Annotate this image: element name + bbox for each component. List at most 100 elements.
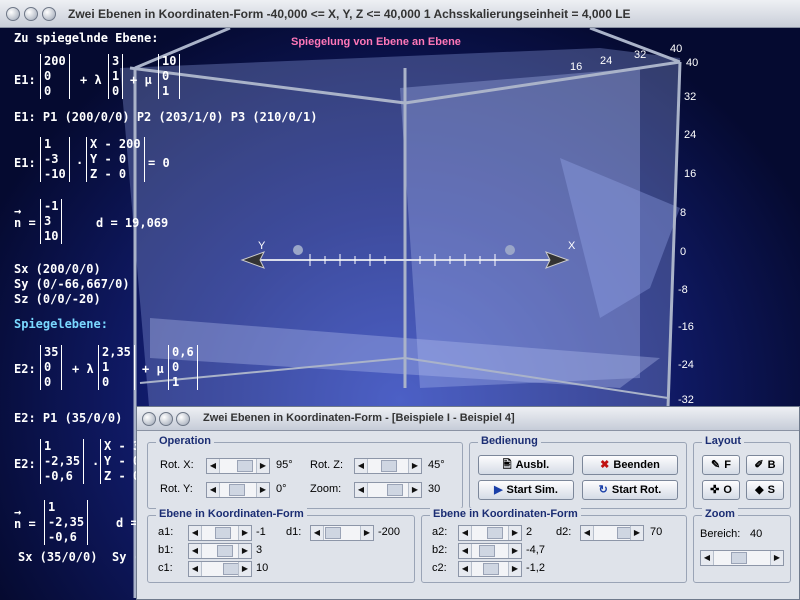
layout-s-button[interactable]: ◆ S: [746, 480, 784, 500]
a2-value: 2: [526, 526, 533, 538]
rot-z-value: 45°: [428, 459, 445, 471]
scroll-thumb[interactable]: [215, 527, 231, 539]
scroll-left-icon[interactable]: ◀: [311, 526, 324, 540]
rot-z-label: Rot. Z:: [310, 459, 344, 471]
scroll-left-icon[interactable]: ◀: [459, 526, 472, 540]
layout-b-button[interactable]: ✐ B: [746, 455, 784, 475]
operation-group: Operation Rot. X: ◀ ▶ 95° Rot. Y: ◀ ▶ 0° R…: [147, 435, 463, 509]
scroll-thumb[interactable]: [479, 545, 495, 557]
bereich-scrollbar[interactable]: ◀ ▶: [700, 550, 784, 566]
d2-label: d2:: [556, 526, 572, 538]
d2-scrollbar[interactable]: ◀ ▶: [580, 525, 644, 541]
scroll-right-icon[interactable]: ▶: [508, 562, 521, 576]
top-tick-label: 16: [570, 61, 583, 73]
scroll-left-icon[interactable]: ◀: [355, 459, 368, 473]
scroll-right-icon[interactable]: ▶: [508, 526, 521, 540]
zoom-scrollbar[interactable]: ◀ ▶: [354, 482, 422, 498]
rot-y-value: 0°: [276, 483, 287, 495]
b1-value: 3: [256, 544, 263, 556]
scroll-left-icon[interactable]: ◀: [207, 483, 220, 497]
ebene1-group: Ebene in Koordinaten-Form a1: ◀ ▶ -1 b1: …: [147, 508, 415, 583]
normal-vector-2: 1 -2,35 -0,6: [44, 500, 89, 545]
window-minimize-button[interactable]: [24, 7, 38, 21]
start-sim-button[interactable]: ▶ Start Sim.: [478, 480, 574, 500]
plane-header: Zu spiegelnde Ebene:: [14, 31, 159, 45]
scroll-thumb[interactable]: [387, 484, 403, 496]
scroll-thumb[interactable]: [325, 527, 341, 539]
e1-normal-vector: 1 -3 -10: [40, 137, 70, 182]
d1-label: d1:: [286, 526, 302, 538]
layout-o-button[interactable]: ✜ O: [702, 480, 740, 500]
b1-scrollbar[interactable]: ◀ ▶: [188, 543, 252, 559]
mu-label: + μ: [142, 362, 164, 376]
scroll-right-icon[interactable]: ▶: [508, 544, 521, 558]
window-title: Zwei Ebenen in Koordinaten-Form -40,000 …: [68, 7, 631, 21]
e1-label: E1:: [14, 156, 36, 170]
scroll-right-icon[interactable]: ▶: [238, 526, 251, 540]
dialog-minimize-button[interactable]: [159, 412, 173, 426]
scroll-thumb[interactable]: [229, 484, 245, 496]
scroll-right-icon[interactable]: ▶: [238, 544, 251, 558]
layout-group: Layout ✎ F ✐ B ✜ O ◆ S: [693, 435, 791, 509]
b2-label: b2:: [432, 544, 448, 556]
a1-scrollbar[interactable]: ◀ ▶: [188, 525, 252, 541]
scroll-right-icon[interactable]: ▶: [630, 526, 643, 540]
dialog-close-button[interactable]: [142, 412, 156, 426]
scroll-left-icon[interactable]: ◀: [701, 551, 714, 565]
dot-symbol: ·: [92, 457, 100, 471]
dot-symbol: ·: [76, 156, 84, 170]
axis-label-x: X: [568, 240, 576, 252]
scroll-left-icon[interactable]: ◀: [189, 562, 202, 576]
beenden-button[interactable]: ✖ Beenden: [582, 455, 678, 475]
scroll-left-icon[interactable]: ◀: [459, 544, 472, 558]
b1-label: b1:: [158, 544, 174, 556]
e2-label: E2:: [14, 457, 36, 471]
scroll-thumb[interactable]: [487, 527, 503, 539]
a2-scrollbar[interactable]: ◀ ▶: [458, 525, 522, 541]
scroll-right-icon[interactable]: ▶: [408, 459, 421, 473]
crosshair-icon: ✜: [710, 484, 720, 496]
scroll-thumb[interactable]: [381, 460, 397, 472]
rot-z-scrollbar[interactable]: ◀ ▶: [354, 458, 422, 474]
scroll-left-icon[interactable]: ◀: [189, 544, 202, 558]
scroll-right-icon[interactable]: ▶: [256, 459, 269, 473]
d1-scrollbar[interactable]: ◀ ▶: [310, 525, 374, 541]
right-tick-label: -32: [678, 394, 694, 406]
e1-point-vector: X - 200 Y - 0Z - 0: [86, 137, 145, 182]
b2-value: -4,7: [526, 544, 545, 556]
scroll-left-icon[interactable]: ◀: [189, 526, 202, 540]
scroll-thumb[interactable]: [217, 545, 233, 557]
close-icon: ✖: [600, 459, 610, 471]
e1-vector-a: 200 0 0: [40, 54, 70, 99]
scroll-right-icon[interactable]: ▶: [238, 562, 251, 576]
scroll-thumb[interactable]: [483, 563, 499, 575]
b2-scrollbar[interactable]: ◀ ▶: [458, 543, 522, 559]
rot-y-scrollbar[interactable]: ◀ ▶: [206, 482, 270, 498]
distance-value-2: d =: [116, 516, 138, 530]
scroll-thumb[interactable]: [223, 563, 239, 575]
scroll-right-icon[interactable]: ▶: [408, 483, 421, 497]
bedienung-group: Bedienung 🖹 Ausbl. ✖ Beenden ▶ Start Sim. ↻…: [469, 435, 687, 509]
rot-x-scrollbar[interactable]: ◀ ▶: [206, 458, 270, 474]
dialog-maximize-button[interactable]: [176, 412, 190, 426]
window-maximize-button[interactable]: [42, 7, 56, 21]
scroll-thumb[interactable]: [731, 552, 747, 564]
scroll-left-icon[interactable]: ◀: [581, 526, 594, 540]
scroll-left-icon[interactable]: ◀: [459, 562, 472, 576]
right-tick-label: 8: [680, 207, 687, 219]
scroll-thumb[interactable]: [237, 460, 253, 472]
operation-group-label: Operation: [156, 435, 214, 447]
scroll-right-icon[interactable]: ▶: [770, 551, 783, 565]
top-tick-label: 24: [600, 55, 613, 67]
right-tick-label: 40: [686, 57, 699, 69]
ausbl-button[interactable]: 🖹 Ausbl.: [478, 455, 574, 475]
layout-f-button[interactable]: ✎ F: [702, 455, 740, 475]
scroll-right-icon[interactable]: ▶: [256, 483, 269, 497]
scroll-right-icon[interactable]: ▶: [360, 526, 373, 540]
scroll-left-icon[interactable]: ◀: [207, 459, 220, 473]
c1-scrollbar[interactable]: ◀ ▶: [188, 561, 252, 577]
start-rot-button[interactable]: ↻ Start Rot.: [582, 480, 678, 500]
window-close-button[interactable]: [6, 7, 20, 21]
scroll-left-icon[interactable]: ◀: [355, 483, 368, 497]
c2-scrollbar[interactable]: ◀ ▶: [458, 561, 522, 577]
